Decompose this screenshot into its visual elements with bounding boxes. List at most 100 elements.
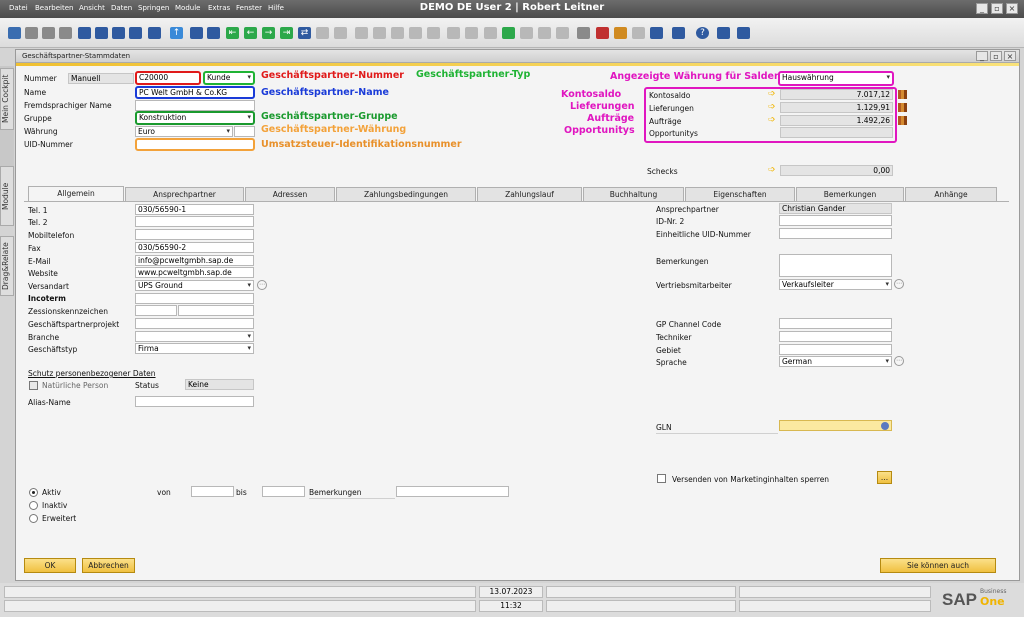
print-icon[interactable] bbox=[25, 27, 38, 39]
add-document-icon[interactable] bbox=[502, 27, 515, 39]
base-document-icon[interactable] bbox=[355, 27, 368, 39]
from-date-field[interactable] bbox=[191, 486, 234, 497]
currency-select[interactable]: Euro bbox=[135, 126, 233, 137]
technician-field[interactable] bbox=[779, 331, 892, 342]
menu-datei[interactable]: Datei bbox=[9, 4, 28, 12]
tab-zahlungsbedingungen[interactable]: Zahlungsbedingungen bbox=[336, 187, 476, 201]
tab-eigenschaften[interactable]: Eigenschaften bbox=[685, 187, 795, 201]
kontosaldo-link-arrow-icon[interactable]: ➩ bbox=[768, 90, 778, 99]
zession-field-1[interactable] bbox=[135, 305, 177, 316]
menu-springen[interactable]: Springen bbox=[138, 4, 169, 12]
zession-field-2[interactable] bbox=[178, 305, 254, 316]
lock-icon[interactable] bbox=[672, 27, 685, 39]
nummer-mode[interactable]: Manuell bbox=[68, 73, 134, 84]
alias-field[interactable] bbox=[135, 396, 254, 407]
calculator-icon[interactable] bbox=[717, 27, 730, 39]
exit-icon[interactable] bbox=[737, 27, 750, 39]
menu-fenster[interactable]: Fenster bbox=[236, 4, 262, 12]
word-icon[interactable] bbox=[112, 27, 125, 39]
minimize-button[interactable]: _ bbox=[976, 3, 988, 14]
close-button[interactable]: × bbox=[1006, 3, 1018, 14]
marketing-block-checkbox[interactable] bbox=[657, 474, 666, 483]
tab-allgemein[interactable]: Allgemein bbox=[28, 186, 124, 201]
edit-icon[interactable] bbox=[484, 27, 497, 39]
layout-icon[interactable] bbox=[632, 27, 645, 39]
tel1-field[interactable]: 030/56590-1 bbox=[135, 204, 254, 215]
save-icon[interactable] bbox=[78, 27, 91, 39]
form-settings-icon[interactable] bbox=[577, 27, 590, 39]
export-icon[interactable] bbox=[95, 27, 108, 39]
website-field[interactable]: www.pcweltgmbh.sap.de bbox=[135, 267, 254, 278]
marketing-options-button[interactable]: ... bbox=[877, 471, 892, 484]
shipping-type-select[interactable]: UPS Ground bbox=[135, 280, 254, 291]
tel2-field[interactable] bbox=[135, 216, 254, 227]
ok-button[interactable]: OK bbox=[24, 558, 76, 573]
menu-bearbeiten[interactable]: Bearbeiten bbox=[35, 4, 73, 12]
project-field[interactable] bbox=[135, 318, 254, 329]
incoterm-field[interactable] bbox=[135, 293, 254, 304]
new-icon[interactable] bbox=[8, 27, 21, 39]
fax-field[interactable]: 030/56590-2 bbox=[135, 242, 254, 253]
calendar-icon[interactable] bbox=[556, 27, 569, 39]
auftraege-link-arrow-icon[interactable]: ➩ bbox=[768, 116, 778, 125]
form-close-button[interactable]: × bbox=[1004, 51, 1016, 61]
form-maximize-button[interactable]: ▫ bbox=[990, 51, 1002, 61]
sms-icon[interactable] bbox=[59, 27, 72, 39]
menu-daten[interactable]: Daten bbox=[111, 4, 132, 12]
gln-field[interactable] bbox=[779, 420, 892, 431]
report-icon[interactable] bbox=[614, 27, 627, 39]
industry-select[interactable] bbox=[135, 331, 254, 342]
message-icon[interactable] bbox=[520, 27, 533, 39]
language-select[interactable]: German bbox=[779, 356, 892, 367]
name-field[interactable]: PC Welt GmbH & Co.KG bbox=[135, 86, 255, 99]
filter-icon[interactable] bbox=[316, 27, 329, 39]
journal-icon[interactable] bbox=[427, 27, 440, 39]
nummer-field[interactable]: C20000 bbox=[135, 71, 201, 85]
settings-icon[interactable] bbox=[596, 27, 609, 39]
schecks-link-arrow-icon[interactable]: ➩ bbox=[768, 166, 778, 175]
add-icon[interactable] bbox=[207, 27, 220, 39]
territory-field[interactable] bbox=[779, 344, 892, 355]
auftraege-chart-icon[interactable] bbox=[898, 116, 907, 125]
cancel-button[interactable]: Abbrechen bbox=[82, 558, 135, 573]
status-active-radio[interactable] bbox=[29, 488, 38, 497]
last-record-icon[interactable]: ⇥ bbox=[280, 27, 293, 39]
id-nr2-field[interactable] bbox=[779, 215, 892, 226]
tab-buchhaltung[interactable]: Buchhaltung bbox=[583, 187, 684, 201]
preview-icon[interactable] bbox=[148, 27, 161, 39]
language-info-icon[interactable]: ⋯ bbox=[894, 356, 904, 366]
channel-code-field[interactable] bbox=[779, 318, 892, 329]
uid-field[interactable] bbox=[135, 138, 255, 151]
side-tab-drag-relate[interactable]: Drag&Relate bbox=[0, 236, 14, 296]
business-type-select[interactable]: Firma bbox=[135, 343, 254, 354]
copy-from-icon[interactable] bbox=[391, 27, 404, 39]
lieferungen-chart-icon[interactable] bbox=[898, 103, 907, 112]
users-icon[interactable] bbox=[650, 27, 663, 39]
email-field[interactable]: info@pcweltgmbh.sap.de bbox=[135, 255, 254, 266]
natural-person-checkbox[interactable] bbox=[29, 381, 38, 390]
tab-bemerkungen[interactable]: Bemerkungen bbox=[796, 187, 904, 201]
partner-type-select[interactable]: Kunde bbox=[203, 71, 255, 85]
unified-uid-field[interactable] bbox=[779, 228, 892, 239]
status-remarks-field[interactable] bbox=[396, 486, 509, 497]
mobile-field[interactable] bbox=[135, 229, 254, 240]
note-icon[interactable] bbox=[538, 27, 551, 39]
refresh-icon[interactable]: ⇄ bbox=[298, 27, 311, 39]
status-extended-radio[interactable] bbox=[29, 514, 38, 523]
gross-profit-icon[interactable] bbox=[465, 27, 478, 39]
find-icon[interactable] bbox=[190, 27, 203, 39]
kontosaldo-chart-icon[interactable] bbox=[898, 90, 907, 99]
next-record-icon[interactable]: → bbox=[262, 27, 275, 39]
sort-icon[interactable] bbox=[334, 27, 347, 39]
previous-record-icon[interactable]: ← bbox=[244, 27, 257, 39]
gln-lookup-icon[interactable] bbox=[881, 422, 889, 430]
menu-module[interactable]: Module bbox=[175, 4, 200, 12]
tab-ansprechpartner[interactable]: Ansprechpartner bbox=[125, 187, 244, 201]
shipping-type-info-icon[interactable]: ⋯ bbox=[257, 280, 267, 290]
menu-hilfe[interactable]: Hilfe bbox=[268, 4, 284, 12]
foreign-name-field[interactable] bbox=[135, 100, 255, 111]
group-select[interactable]: Konstruktion bbox=[135, 111, 255, 125]
remarks-field[interactable] bbox=[779, 254, 892, 277]
also-can-button[interactable]: Sie können auch bbox=[880, 558, 996, 573]
menu-extras[interactable]: Extras bbox=[208, 4, 230, 12]
